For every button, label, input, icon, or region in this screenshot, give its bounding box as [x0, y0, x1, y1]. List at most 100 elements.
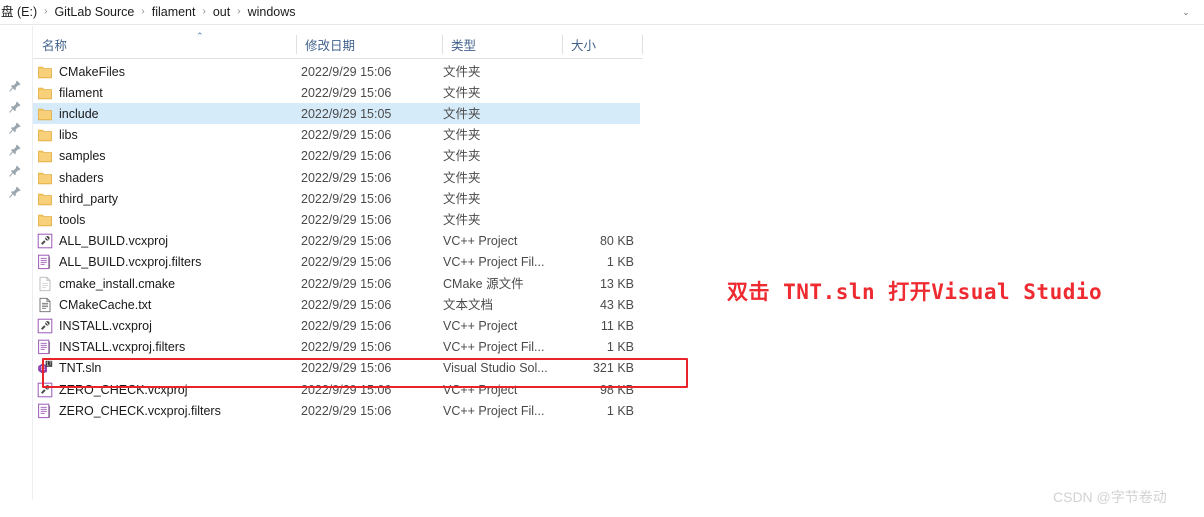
file-name-label: samples — [59, 149, 106, 164]
column-resize-handle[interactable] — [642, 35, 643, 54]
file-name-label: TNT.sln — [59, 361, 102, 376]
folder-icon — [38, 172, 52, 184]
file-date-cell: 2022/9/29 15:06 — [301, 149, 392, 164]
pushpin-icon[interactable] — [8, 121, 22, 135]
file-name-cell[interactable]: tools — [37, 212, 85, 228]
column-header-2[interactable]: 类型 — [442, 30, 562, 58]
table-row[interactable]: ALL_BUILD.vcxproj.filters 2022/9/29 15:06… — [33, 252, 640, 273]
file-name-cell[interactable]: shaders — [37, 170, 103, 186]
file-name-cell[interactable]: include — [37, 106, 99, 122]
blankdoc-icon — [39, 276, 51, 291]
address-bar-underline — [0, 24, 1204, 25]
table-row[interactable]: include 2022/9/29 15:05 文件夹 — [33, 103, 640, 125]
table-row[interactable]: libs 2022/9/29 15:06 文件夹 — [33, 125, 640, 146]
file-name-cell[interactable]: filament — [37, 85, 103, 101]
column-header-divider — [33, 58, 643, 59]
table-row[interactable]: ALL_BUILD.vcxproj 2022/9/29 15:06 VC++ Pro… — [33, 231, 640, 252]
column-resize-handle[interactable] — [562, 35, 563, 54]
breadcrumb-separator: › — [44, 6, 48, 17]
address-bar[interactable]: 盘 (E:) › GitLab Source › filament › out › window… — [0, 0, 1204, 24]
file-name-cell[interactable]: ALL_BUILD.vcxproj — [37, 233, 168, 249]
folder-icon — [38, 87, 52, 99]
folder-icon — [38, 151, 52, 163]
file-date-cell: 2022/9/29 15:06 — [301, 191, 392, 206]
column-resize-handle[interactable] — [296, 35, 297, 54]
table-row[interactable]: INSTALL.vcxproj.filters 2022/9/29 15:06 VC… — [33, 337, 640, 358]
chevron-down-icon[interactable]: ⌄ — [1179, 5, 1193, 19]
file-name-cell[interactable]: 17 TNT.sln — [37, 360, 101, 376]
table-row[interactable]: tools 2022/9/29 15:06 文件夹 — [33, 209, 640, 230]
file-type-cell: 文件夹 — [443, 85, 481, 100]
folder-icon — [38, 66, 52, 78]
breadcrumb: 盘 (E:) › GitLab Source › filament › out › window… — [0, 0, 301, 24]
breadcrumb-separator: › — [237, 6, 241, 17]
file-type-cell: 文件夹 — [443, 170, 481, 185]
file-date-cell: 2022/9/29 15:06 — [301, 297, 392, 312]
annotation-note: 双击 TNT.sln 打开Visual Studio — [727, 280, 1103, 304]
filters-icon — [38, 403, 51, 418]
breadcrumb-item[interactable]: 盘 (E:) — [0, 2, 42, 22]
file-name-label: ZERO_CHECK.vcxproj — [59, 382, 188, 397]
table-row[interactable]: ZERO_CHECK.vcxproj.filters 2022/9/29 15:0… — [33, 400, 640, 421]
table-row[interactable]: 17 TNT.sln 2022/9/29 15:06 Visual Studio So… — [33, 358, 640, 379]
file-date-cell: 2022/9/29 15:06 — [301, 128, 392, 143]
breadcrumb-item[interactable]: GitLab Source — [49, 2, 139, 22]
folder-icon — [38, 214, 52, 227]
file-name-cell[interactable]: CMakeCache.txt — [37, 297, 151, 313]
file-size-cell: 80 KB — [599, 234, 634, 249]
column-header-3[interactable]: 大小 — [562, 30, 642, 58]
column-resize-handle[interactable] — [442, 35, 443, 54]
pushpin-icon[interactable] — [8, 100, 22, 114]
file-type-cell: 文本文档 — [443, 297, 494, 312]
file-size-cell: 43 KB — [599, 297, 634, 312]
file-date-cell: 2022/9/29 15:06 — [301, 64, 392, 79]
file-date-cell: 2022/9/29 15:06 — [301, 85, 392, 100]
table-row[interactable]: shaders 2022/9/29 15:06 文件夹 — [33, 167, 640, 188]
table-row[interactable]: filament 2022/9/29 15:06 文件夹 — [33, 82, 640, 103]
table-row[interactable]: ZERO_CHECK.vcxproj 2022/9/29 15:06 VC++ Pr… — [33, 379, 640, 400]
table-row[interactable]: INSTALL.vcxproj 2022/9/29 15:06 VC++ Proje… — [33, 315, 640, 336]
breadcrumb-item[interactable]: out — [208, 2, 235, 22]
vcxproj-icon — [37, 318, 53, 334]
file-name-cell[interactable]: ZERO_CHECK.vcxproj.filters — [37, 403, 221, 419]
file-name-label: ALL_BUILD.vcxproj — [59, 234, 169, 249]
file-name-cell[interactable]: ZERO_CHECK.vcxproj — [37, 382, 188, 398]
table-row[interactable]: CMakeFiles 2022/9/29 15:06 文件夹 — [33, 61, 640, 82]
folder-icon — [38, 193, 52, 205]
vcxproj-icon — [37, 382, 53, 397]
table-row[interactable]: third_party 2022/9/29 15:06 文件夹 — [33, 188, 640, 209]
pushpin-icon[interactable] — [8, 164, 22, 178]
file-size-cell: 1 KB — [606, 255, 634, 270]
file-name-cell[interactable]: samples — [37, 148, 106, 164]
pushpin-icon[interactable] — [8, 143, 22, 157]
sort-ascending-icon: ⌃ — [196, 31, 204, 41]
file-name-cell[interactable]: libs — [37, 127, 78, 143]
watermark: CSDN @字节卷动 — [1053, 489, 1167, 505]
file-type-cell: 文件夹 — [443, 149, 481, 164]
file-name-label: tools — [59, 212, 86, 227]
file-size-cell: 11 KB — [600, 318, 634, 333]
pushpin-icon[interactable] — [8, 185, 22, 199]
file-date-cell: 2022/9/29 15:06 — [301, 403, 392, 418]
pushpin-icon[interactable] — [8, 79, 22, 93]
file-name-cell[interactable]: INSTALL.vcxproj.filters — [37, 339, 185, 355]
file-name-label: CMakeCache.txt — [59, 297, 152, 312]
file-size-cell: 1 KB — [606, 340, 634, 355]
file-name-cell[interactable]: CMakeFiles — [37, 64, 125, 80]
vcxproj-icon — [37, 233, 53, 249]
breadcrumb-item[interactable]: filament — [147, 2, 201, 22]
breadcrumb-item[interactable]: windows — [243, 2, 301, 22]
file-name-cell[interactable]: third_party — [37, 191, 118, 207]
file-name-cell[interactable]: ALL_BUILD.vcxproj.filters — [37, 254, 201, 270]
column-header-1[interactable]: 修改日期 — [296, 30, 442, 58]
file-name-cell[interactable]: cmake_install.cmake — [37, 276, 175, 292]
table-row[interactable]: CMakeCache.txt 2022/9/29 15:06 文本文档 43 KB — [33, 294, 640, 315]
file-name-cell[interactable]: INSTALL.vcxproj — [37, 318, 152, 334]
file-list[interactable]: CMakeFiles 2022/9/29 15:06 文件夹 filament 2022… — [33, 61, 1204, 441]
file-name-label: INSTALL.vcxproj — [59, 318, 152, 333]
file-date-cell: 2022/9/29 15:06 — [301, 340, 392, 355]
table-row[interactable]: samples 2022/9/29 15:06 文件夹 — [33, 146, 640, 167]
table-row[interactable]: cmake_install.cmake 2022/9/29 15:06 CMake … — [33, 273, 640, 294]
textdoc-icon — [39, 297, 51, 312]
column-header-0[interactable]: 名称 — [33, 30, 296, 58]
